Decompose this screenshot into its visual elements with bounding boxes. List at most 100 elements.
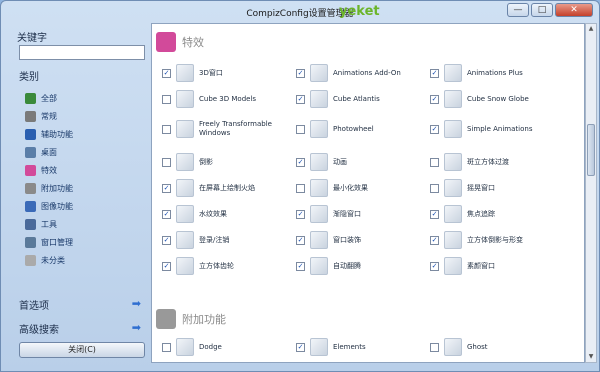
- animations-plus-icon[interactable]: [444, 64, 462, 82]
- animation-icon[interactable]: [310, 153, 328, 171]
- scroll-up-arrow[interactable]: ▲: [586, 24, 596, 34]
- main-window: CompizConfig设置管理器 yeket — □ ✕ 关键字 类别 全部常…: [0, 0, 600, 372]
- plugin-label: Ghost: [467, 342, 488, 351]
- plugin-checkbox[interactable]: ✓: [430, 209, 439, 219]
- dodge-icon[interactable]: [176, 338, 194, 356]
- plugin-checkbox[interactable]: ✓: [162, 235, 171, 245]
- scroll-thumb[interactable]: [587, 124, 595, 176]
- maximize-button[interactable]: □: [531, 3, 553, 17]
- simple-animations-icon[interactable]: [444, 120, 462, 138]
- plugin-checkbox[interactable]: ✓: [296, 235, 305, 245]
- plugin-item: 摇晃窗口: [430, 179, 564, 197]
- plugin-row: ✓ 在屏幕上绘制火焰 最小化效果 摇晃窗口: [162, 179, 582, 197]
- scroll-down-arrow[interactable]: ▼: [586, 352, 596, 362]
- minimize-effect-icon[interactable]: [310, 179, 328, 197]
- preferences-link[interactable]: 首选项 ➡: [19, 297, 141, 312]
- photowheel-icon[interactable]: [310, 120, 328, 138]
- section-title: 附加功能: [182, 313, 226, 326]
- category-item[interactable]: 特效: [25, 161, 145, 179]
- plugin-checkbox[interactable]: ✓: [162, 68, 171, 78]
- plugin-checkbox[interactable]: ✓: [296, 261, 305, 271]
- category-item[interactable]: 工具: [25, 215, 145, 233]
- plugin-checkbox[interactable]: ✓: [162, 183, 171, 193]
- decoration-icon[interactable]: [310, 231, 328, 249]
- plugin-checkbox[interactable]: ✓: [296, 157, 305, 167]
- wobbly-icon[interactable]: [444, 179, 462, 197]
- plugin-item: ✓ 动画: [296, 153, 430, 171]
- plugin-item: ✓ 在屏幕上绘制火焰: [162, 179, 296, 197]
- fire-icon[interactable]: [176, 179, 194, 197]
- close-button[interactable]: 关闭(C): [19, 342, 145, 358]
- image-icon: [25, 200, 36, 212]
- plugin-checkbox[interactable]: [162, 124, 171, 134]
- reflection-icon[interactable]: [176, 153, 194, 171]
- plugin-checkbox[interactable]: ✓: [430, 261, 439, 271]
- plugin-item: ✓ Animations Plus: [430, 64, 564, 82]
- plugin-item: ✓ 3D窗口: [162, 64, 296, 82]
- close-window-button[interactable]: ✕: [555, 3, 593, 17]
- cube-3d-models-icon[interactable]: [176, 90, 194, 108]
- plugin-label: 倒影: [199, 157, 213, 166]
- category-item[interactable]: 附加功能: [25, 179, 145, 197]
- cube-transition-icon[interactable]: [444, 153, 462, 171]
- section-header: 特效: [156, 30, 204, 54]
- plugin-label: 立方体倒影与形变: [467, 235, 523, 244]
- fade-icon[interactable]: [310, 205, 328, 223]
- section-title: 特效: [182, 36, 204, 49]
- category-item[interactable]: 未分类: [25, 251, 145, 269]
- category-item[interactable]: 全部: [25, 89, 145, 107]
- plugin-checkbox[interactable]: ✓: [430, 235, 439, 245]
- water-icon[interactable]: [176, 205, 194, 223]
- elements-icon[interactable]: [310, 338, 328, 356]
- plugin-item: ✓ 焦点追踪: [430, 205, 564, 223]
- title-bar[interactable]: CompizConfig设置管理器 yeket — □ ✕: [1, 1, 599, 23]
- category-item[interactable]: 窗口管理: [25, 233, 145, 251]
- plugin-checkbox[interactable]: [162, 94, 171, 104]
- effects-section-icon: [156, 32, 176, 52]
- plugin-checkbox[interactable]: ✓: [430, 94, 439, 104]
- category-item[interactable]: 图像功能: [25, 197, 145, 215]
- plugin-checkbox[interactable]: [162, 157, 171, 167]
- cube-reflection-icon[interactable]: [444, 231, 462, 249]
- category-label: 全部: [41, 93, 57, 103]
- ghost-icon[interactable]: [444, 338, 462, 356]
- animations-addon-icon[interactable]: [310, 64, 328, 82]
- keyword-search-input[interactable]: [19, 45, 145, 60]
- advanced-search-link[interactable]: 高级搜索 ➡: [19, 321, 141, 336]
- plugin-checkbox[interactable]: [430, 157, 439, 167]
- freely-transformable-icon[interactable]: [176, 120, 194, 138]
- plugin-label: 最小化效果: [333, 183, 368, 192]
- vertical-scrollbar[interactable]: ▲ ▼: [585, 23, 597, 363]
- plain-window-icon[interactable]: [444, 257, 462, 275]
- plugin-label: 素颜窗口: [467, 261, 495, 270]
- plugin-checkbox[interactable]: ✓: [430, 124, 439, 134]
- minimize-button[interactable]: —: [507, 3, 529, 17]
- cube-gears-icon[interactable]: [176, 257, 194, 275]
- plugin-checkbox[interactable]: ✓: [296, 209, 305, 219]
- auto-roll-icon[interactable]: [310, 257, 328, 275]
- category-item[interactable]: 辅助功能: [25, 125, 145, 143]
- plugin-item: ✓ Cube Atlantis: [296, 90, 430, 108]
- plugin-checkbox[interactable]: ✓: [296, 342, 305, 352]
- cube-atlantis-icon[interactable]: [310, 90, 328, 108]
- advanced-search-label: 高级搜索: [19, 325, 59, 336]
- plugin-checkbox[interactable]: ✓: [430, 68, 439, 78]
- plugin-label: 登录/注销: [199, 235, 230, 244]
- 3d-windows-icon[interactable]: [176, 64, 194, 82]
- extras-section-icon: [156, 309, 176, 329]
- plugin-label: Cube 3D Models: [199, 94, 257, 103]
- plugin-checkbox[interactable]: [430, 342, 439, 352]
- login-icon[interactable]: [176, 231, 194, 249]
- plugin-checkbox[interactable]: [296, 124, 305, 134]
- cube-snow-globe-icon[interactable]: [444, 90, 462, 108]
- plugin-checkbox[interactable]: ✓: [162, 209, 171, 219]
- category-item[interactable]: 桌面: [25, 143, 145, 161]
- plugin-checkbox[interactable]: ✓: [296, 68, 305, 78]
- category-item[interactable]: 常规: [25, 107, 145, 125]
- plugin-checkbox[interactable]: [162, 342, 171, 352]
- plugin-checkbox[interactable]: ✓: [162, 261, 171, 271]
- plugin-checkbox[interactable]: [430, 183, 439, 193]
- plugin-checkbox[interactable]: [296, 183, 305, 193]
- plugin-checkbox[interactable]: ✓: [296, 94, 305, 104]
- focus-icon[interactable]: [444, 205, 462, 223]
